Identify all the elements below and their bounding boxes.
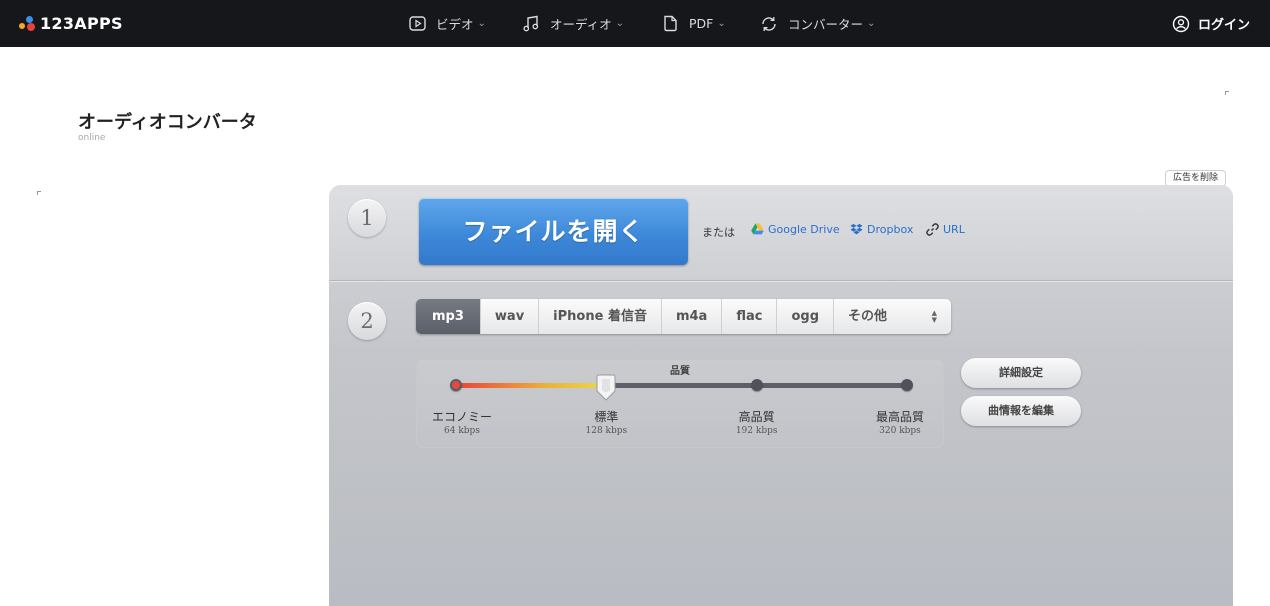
format-tab-wav[interactable]: wav xyxy=(481,299,540,334)
step-1-number: 1 xyxy=(348,199,386,237)
step-2-number: 2 xyxy=(348,302,386,340)
ad-placeholder-mark xyxy=(37,191,41,195)
quality-label-best: 最高品質 xyxy=(875,410,924,424)
page-title: オーディオコンバータ xyxy=(78,112,257,133)
brand-name: 123APPS xyxy=(40,13,123,33)
format-select-other[interactable]: その他 ▲ ▼ xyxy=(834,299,951,334)
nav-converter[interactable]: コンバーター ⌄ xyxy=(760,0,875,47)
google-drive-link[interactable]: Google Drive xyxy=(751,223,840,236)
dropbox-icon xyxy=(850,223,863,236)
quality-slider-track[interactable] xyxy=(456,383,907,388)
quality-title: 品質 xyxy=(670,366,690,377)
quality-label-high: 高品質 xyxy=(738,410,775,424)
format-tabs: mp3 wav iPhone 着信音 m4a flac ogg その他 ▲ ▼ xyxy=(416,299,951,334)
quality-stop-high[interactable] xyxy=(750,379,763,391)
quality-rate-standard: 128 kbps xyxy=(585,426,628,436)
format-other-label: その他 xyxy=(848,309,888,324)
format-tab-flac[interactable]: flac xyxy=(722,299,778,334)
quality-rate-economy: 64 kbps xyxy=(444,426,480,436)
or-text: または xyxy=(702,226,735,239)
format-tab-m4a[interactable]: m4a xyxy=(662,299,723,334)
user-circle-icon xyxy=(1172,15,1190,33)
url-link[interactable]: URL xyxy=(926,223,965,236)
advanced-settings-button[interactable]: 詳細設定 xyxy=(961,358,1081,388)
brand-logo[interactable]: 123APPS xyxy=(18,12,123,34)
refresh-icon xyxy=(760,15,778,33)
nav-video-label: ビデオ xyxy=(436,17,474,32)
nav-audio-label: オーディオ xyxy=(550,17,612,32)
edit-track-info-button[interactable]: 曲情報を編集 xyxy=(961,396,1081,426)
nav-converter-label: コンバーター xyxy=(788,17,864,32)
converter-panel: 1 ファイルを開く または Google Drive Dropbox URL 2… xyxy=(329,185,1233,606)
ad-placeholder-mark xyxy=(1225,91,1229,95)
music-note-icon xyxy=(522,15,540,33)
page-subtitle: online xyxy=(78,133,106,143)
quality-stop-economy[interactable] xyxy=(450,379,462,391)
nav-video[interactable]: ビデオ ⌄ xyxy=(408,0,486,47)
quality-stop-best[interactable] xyxy=(901,379,913,391)
nav-audio[interactable]: オーディオ ⌄ xyxy=(522,0,624,47)
up-down-arrows-icon: ▲ ▼ xyxy=(931,308,937,324)
open-file-button[interactable]: ファイルを開く xyxy=(419,198,688,265)
document-icon xyxy=(661,15,679,33)
quality-rate-high: 192 kbps xyxy=(735,426,778,436)
quality-label-standard: 標準 xyxy=(594,410,619,424)
chevron-down-icon: ⌄ xyxy=(717,18,726,29)
login-label: ログイン xyxy=(1197,18,1250,33)
login-button[interactable]: ログイン xyxy=(1172,0,1250,47)
chevron-down-icon: ⌄ xyxy=(867,18,876,29)
dropbox-label: Dropbox xyxy=(867,223,914,236)
format-tab-iphone-ringtone[interactable]: iPhone 着信音 xyxy=(539,299,662,334)
format-tab-ogg[interactable]: ogg xyxy=(777,299,834,334)
step-1-section: 1 ファイルを開く または Google Drive Dropbox URL xyxy=(329,185,1233,282)
nav-pdf[interactable]: PDF ⌄ xyxy=(661,0,726,47)
chevron-down-icon: ⌄ xyxy=(477,18,486,29)
url-label: URL xyxy=(943,223,965,236)
logo-dots-icon xyxy=(18,14,36,32)
quality-label-economy: エコノミー xyxy=(431,410,492,424)
quality-box: 品質 エコノミー 64 kbps 標準 128 kbps 高品質 192 kbp… xyxy=(416,359,944,448)
top-nav-bar: 123APPS ビデオ ⌄ オーディオ ⌄ PDF ⌄ コンバーター ⌄ ログイ… xyxy=(0,0,1270,47)
quality-slider-fill xyxy=(456,383,607,388)
nav-pdf-label: PDF xyxy=(689,16,714,31)
format-tab-mp3[interactable]: mp3 xyxy=(416,299,481,334)
google-drive-label: Google Drive xyxy=(768,223,840,236)
quality-slider-thumb[interactable] xyxy=(595,374,617,402)
video-play-icon xyxy=(408,15,426,33)
quality-rate-best: 320 kbps xyxy=(879,426,921,436)
chain-link-icon xyxy=(926,223,939,236)
dropbox-link[interactable]: Dropbox xyxy=(850,223,913,236)
chevron-down-icon: ⌄ xyxy=(615,18,625,29)
google-drive-icon xyxy=(751,223,764,236)
